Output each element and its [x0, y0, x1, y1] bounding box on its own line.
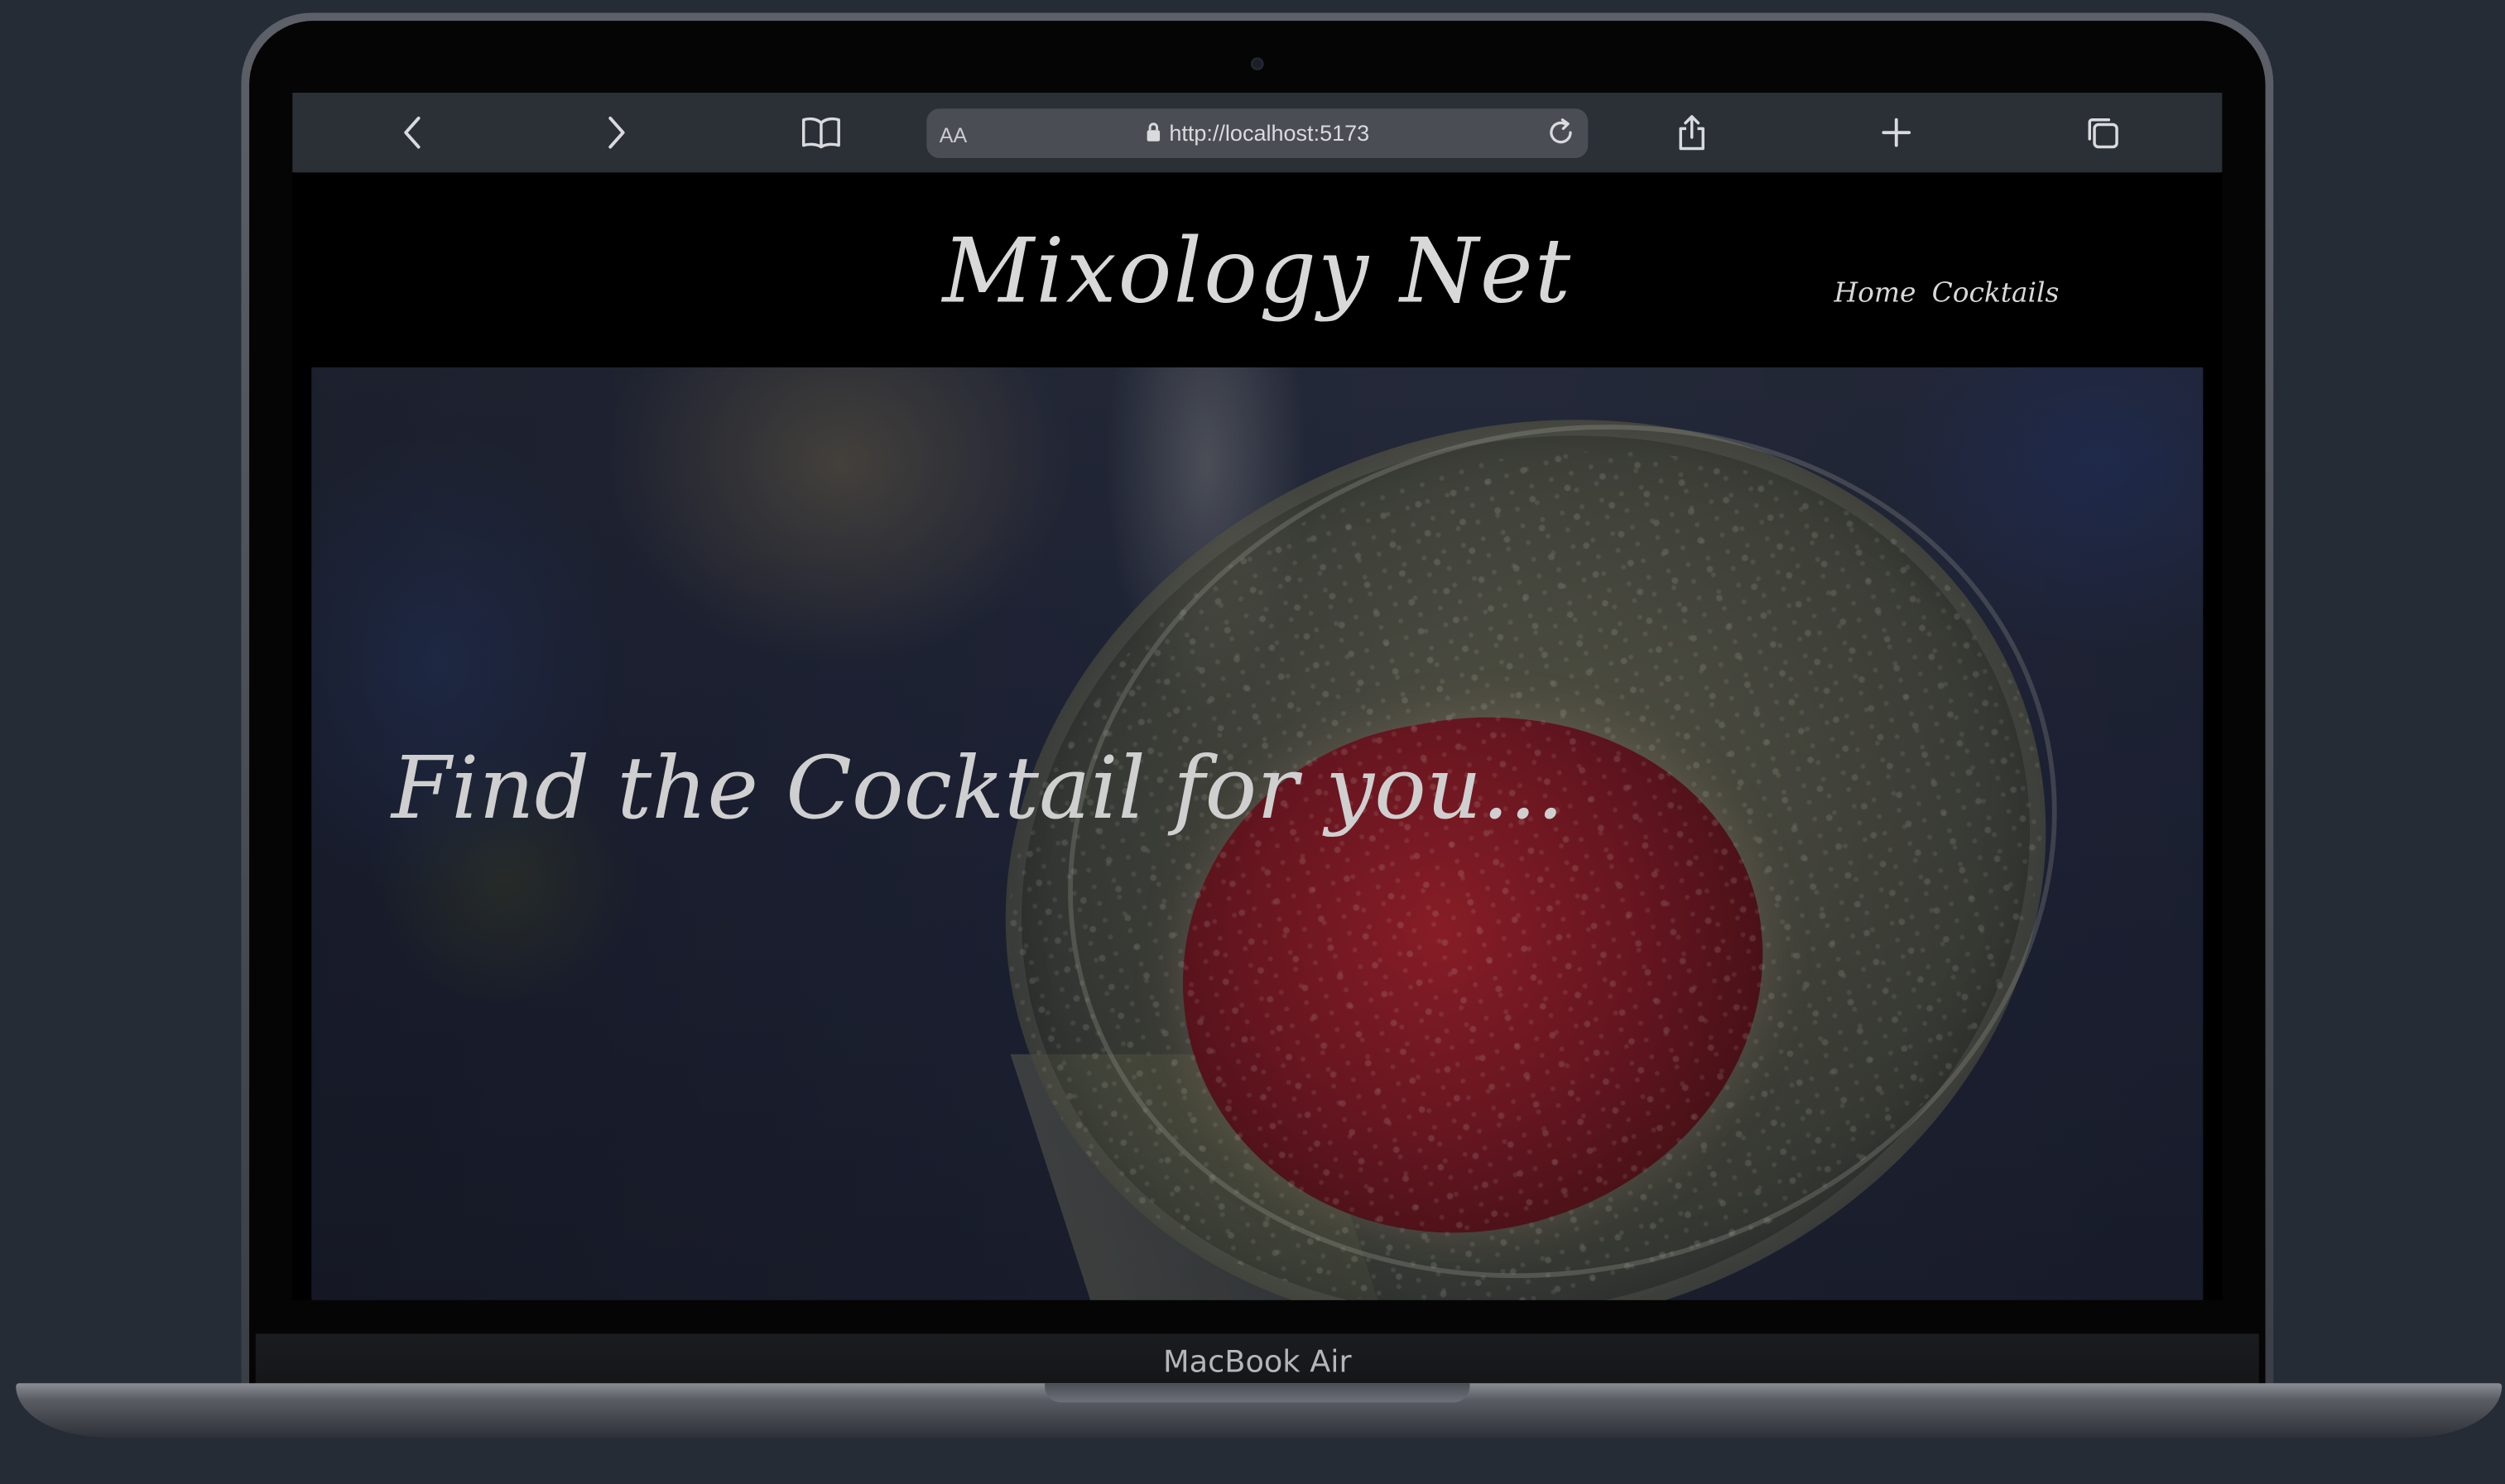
back-button[interactable]: [388, 108, 436, 156]
reload-button[interactable]: [1545, 117, 1577, 149]
url-text: http://localhost:5173: [1169, 119, 1370, 146]
url-display[interactable]: http://localhost:5173: [926, 108, 1588, 158]
new-tab-button[interactable]: [1873, 108, 1921, 156]
lock-icon: [1147, 122, 1160, 142]
camera-icon: [1251, 57, 1264, 70]
forward-button[interactable]: [593, 108, 641, 156]
reload-icon: [1550, 118, 1572, 144]
laptop-hinge-notch: [1045, 1383, 1470, 1403]
device-model-label: MacBook Air: [1163, 1344, 1352, 1381]
address-bar[interactable]: AA http://localhost:5173: [926, 108, 1589, 159]
nav-link-cocktails[interactable]: Cocktails: [1932, 278, 2060, 310]
web-page: Mixology Net Home Cocktails Find the Cock…: [292, 172, 2223, 1300]
hero-banner: Find the Cocktail for you...: [311, 367, 2204, 1300]
site-nav: Home Cocktails: [1834, 278, 2075, 310]
open-book-icon: [801, 117, 840, 149]
chevron-right-icon: [608, 116, 625, 149]
hero-title: Find the Cocktail for you...: [391, 737, 1565, 839]
browser-screen: AA http://localhost:5173 Mixology Net Ho…: [292, 92, 2223, 1300]
plus-icon: [1882, 118, 1911, 147]
share-button[interactable]: [1668, 108, 1716, 156]
bookmarks-button[interactable]: [797, 108, 845, 156]
tabs-overview-button[interactable]: [2079, 108, 2127, 156]
browser-toolbar: AA http://localhost:5173: [292, 92, 2223, 173]
share-icon: [1679, 115, 1704, 151]
nav-link-home[interactable]: Home: [1834, 278, 1916, 310]
tabs-icon: [2088, 118, 2118, 149]
chevron-left-icon: [404, 116, 421, 149]
